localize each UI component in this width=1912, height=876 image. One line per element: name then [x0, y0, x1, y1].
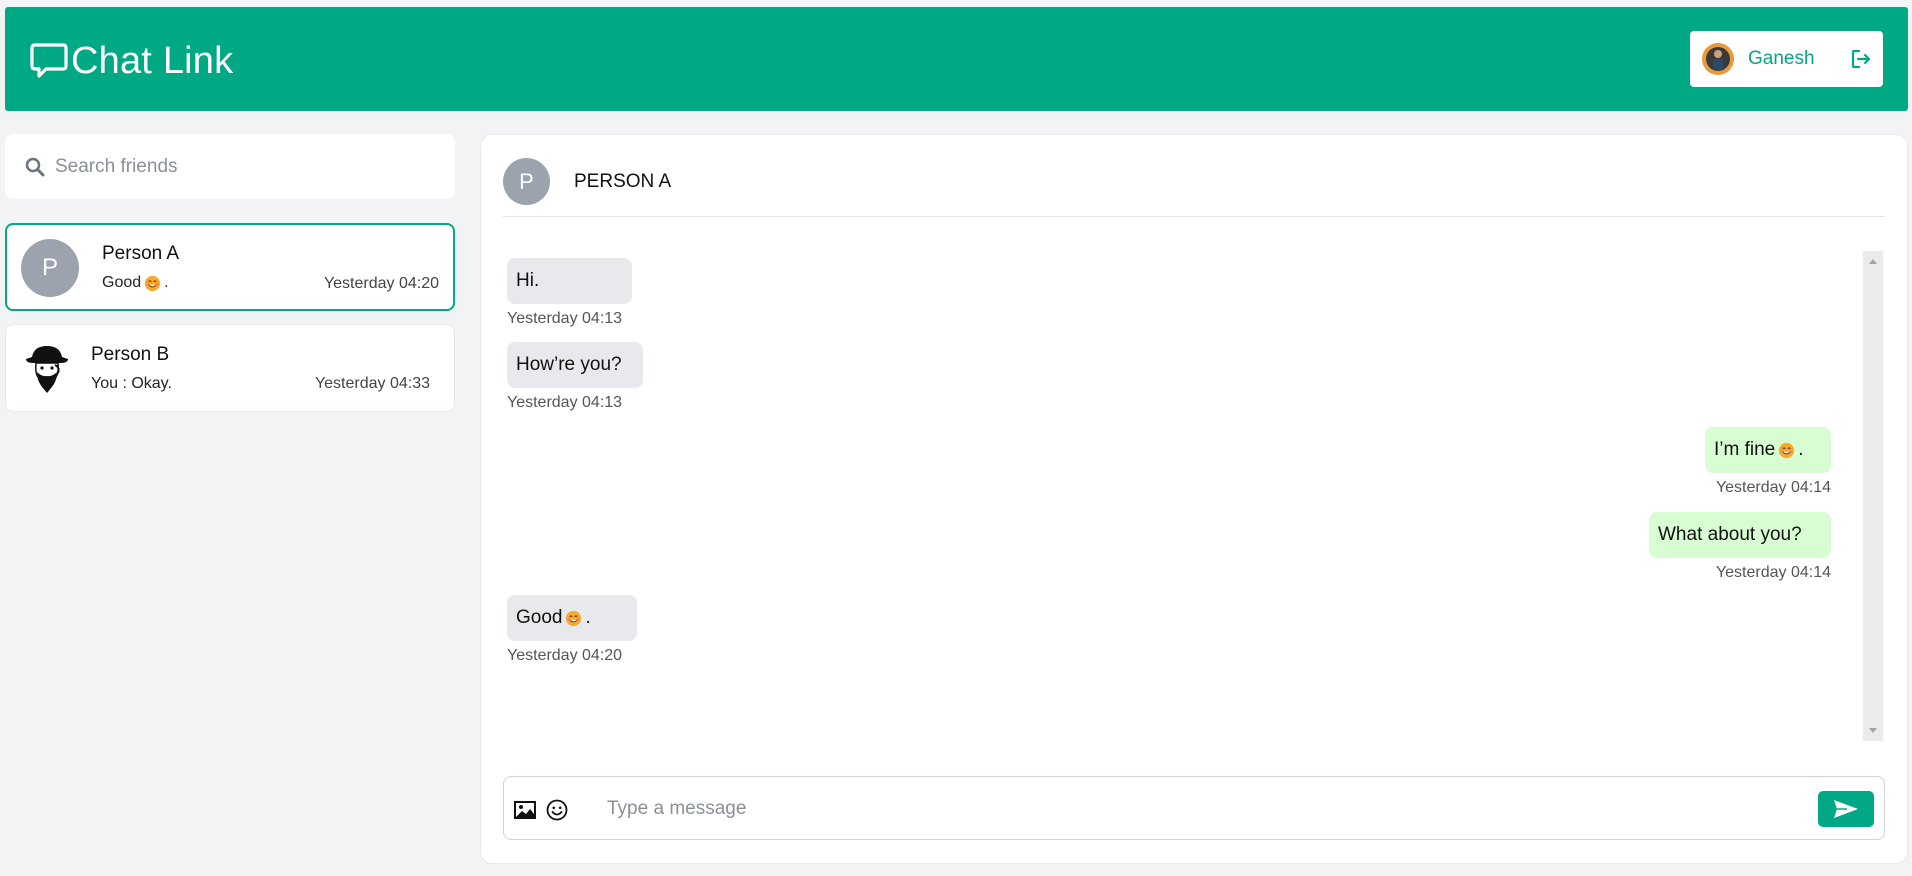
app-title: Chat Link	[71, 39, 234, 82]
scroll-down-arrow-icon[interactable]	[1869, 728, 1877, 733]
message-bubble: What about you?	[1649, 512, 1831, 558]
user-menu[interactable]: Ganesh	[1690, 31, 1883, 87]
image-upload-icon[interactable]	[514, 801, 536, 819]
friend-name: Person B	[91, 344, 170, 365]
message-scrollbar[interactable]	[1863, 251, 1883, 741]
friend-last-message-suffix: .	[164, 274, 169, 291]
message-time: Yesterday 04:13	[507, 394, 623, 411]
message-composer	[503, 776, 1885, 840]
search-box	[5, 134, 455, 199]
message-time: Yesterday 04:20	[507, 647, 623, 664]
friend-item-person-b[interactable]: Person B You : Okay. Yesterday 04:33	[5, 324, 455, 412]
message-text: Hi.	[516, 270, 540, 291]
message-suffix: .	[585, 607, 591, 628]
chat-bubble-icon	[30, 43, 68, 78]
search-input[interactable]	[55, 155, 435, 178]
message-bubble: I’m fine .	[1705, 427, 1831, 473]
message-text: How’re you?	[516, 354, 622, 375]
friend-last-message: You : Okay.	[91, 375, 172, 392]
search-icon	[25, 157, 45, 176]
chat-avatar: P	[503, 158, 550, 205]
friend-last-message-text: Good	[102, 274, 142, 291]
scroll-up-arrow-icon[interactable]	[1869, 259, 1877, 264]
chat-header: P PERSON A	[503, 135, 1885, 217]
message-time: Yesterday 04:14	[1715, 564, 1831, 581]
message-incoming: How’re you? Yesterday 04:13	[507, 342, 643, 412]
message-incoming: Good . Yesterday 04:20	[507, 595, 637, 665]
message-suffix: .	[1798, 439, 1804, 460]
message-text: I’m fine	[1714, 439, 1776, 460]
message-time: Yesterday 04:14	[1715, 479, 1831, 496]
message-bubble: Good .	[507, 595, 637, 641]
message-input[interactable]	[607, 795, 1757, 823]
friend-item-person-a[interactable]: P Person A Good . Yesterday 04:20	[5, 223, 455, 311]
user-name[interactable]: Ganesh	[1748, 48, 1815, 70]
message-outgoing: I’m fine . Yesterday 04:14	[1705, 427, 1831, 497]
send-button[interactable]	[1818, 791, 1874, 827]
brand: Chat Link	[29, 37, 233, 85]
friend-avatar: P	[21, 239, 79, 297]
send-icon	[1834, 800, 1858, 818]
message-time: Yesterday 04:13	[507, 310, 623, 327]
user-avatar-photo-icon	[1702, 43, 1734, 75]
chat-panel: P PERSON A Hi. Yesterday 04:13 How’re yo…	[480, 134, 1908, 864]
message-text: What about you?	[1658, 524, 1802, 545]
message-outgoing: What about you? Yesterday 04:14	[1649, 512, 1831, 582]
message-list: Hi. Yesterday 04:13 How’re you? Yesterda…	[503, 251, 1875, 741]
friend-name: Person A	[102, 243, 180, 264]
smiling-face-icon	[566, 610, 582, 626]
app-header: Chat Link Ganesh	[5, 7, 1908, 111]
logout-icon[interactable]	[1849, 47, 1873, 71]
friend-time: Yesterday 04:33	[314, 375, 430, 392]
friend-last-message: Good .	[102, 274, 169, 292]
friend-time: Yesterday 04:20	[323, 275, 439, 292]
message-bubble: Hi.	[507, 258, 632, 304]
smiling-face-icon	[1779, 442, 1795, 458]
bearded-man-hat-avatar-icon	[26, 346, 68, 393]
user-avatar[interactable]	[1702, 43, 1734, 75]
smiling-face-icon	[144, 275, 161, 291]
message-text: Good	[516, 607, 563, 628]
message-bubble: How’re you?	[507, 342, 643, 388]
emoji-picker-icon[interactable]	[546, 799, 568, 821]
message-incoming: Hi. Yesterday 04:13	[507, 258, 632, 328]
chat-contact-name: PERSON A	[574, 171, 672, 192]
